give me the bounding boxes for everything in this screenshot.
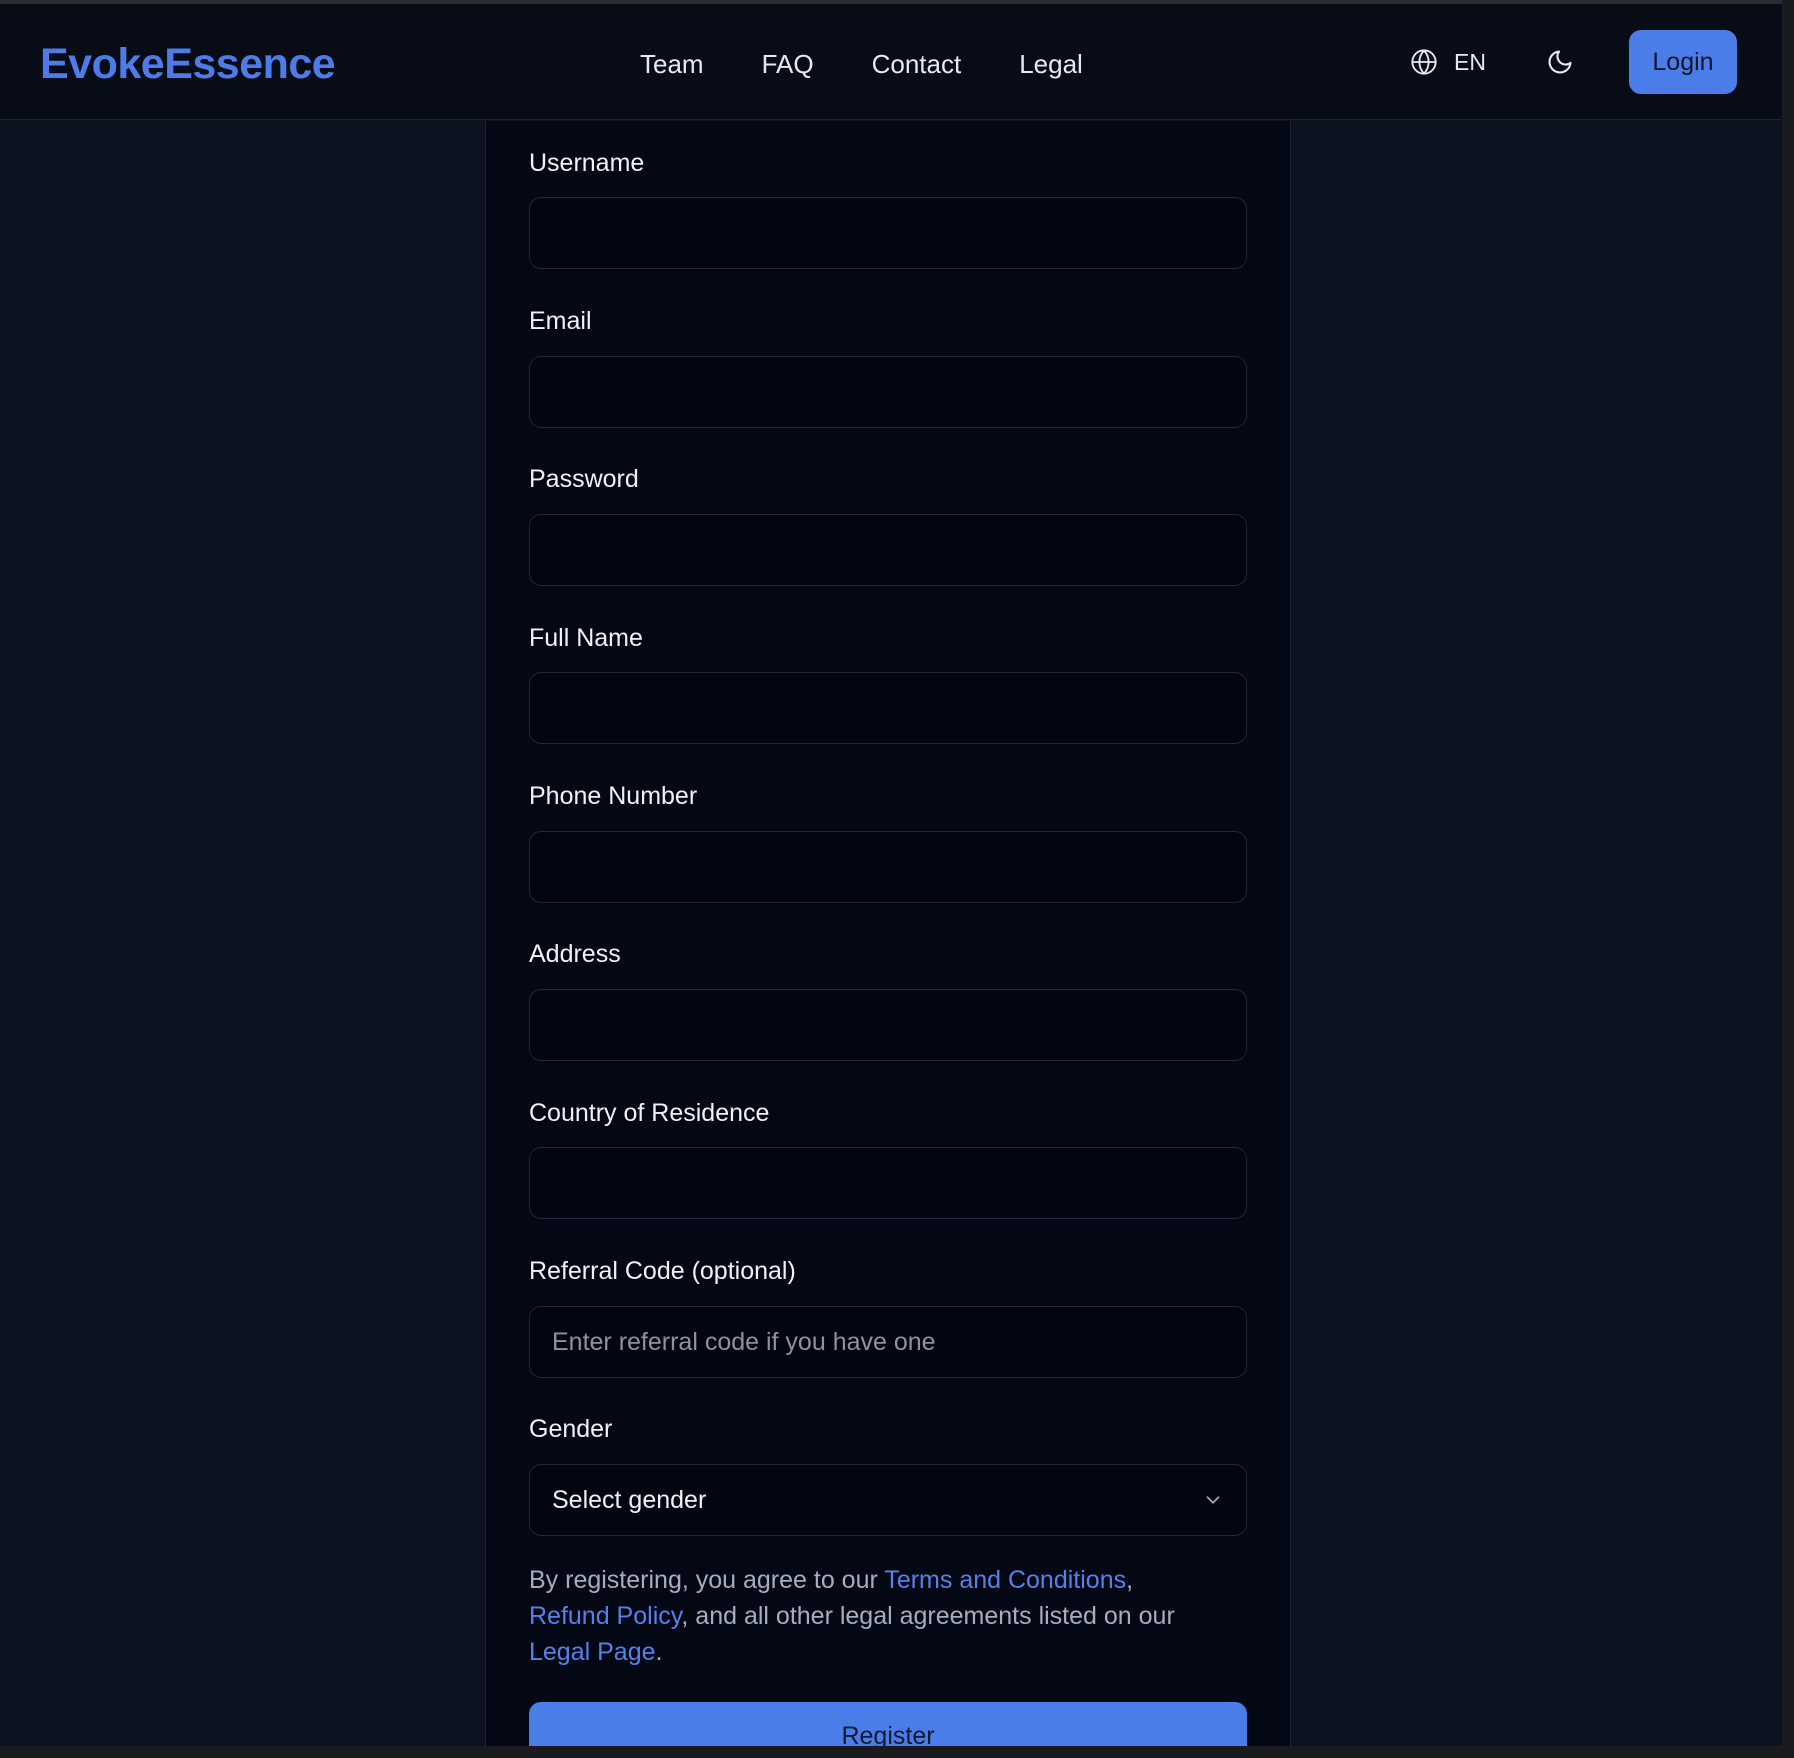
top-navbar: EvokeEssence Team FAQ Contact Legal EN L… <box>0 4 1782 120</box>
main-nav: Team FAQ Contact Legal <box>640 49 1083 80</box>
legal-agreement-text: By registering, you agree to our Terms a… <box>529 1566 1175 1666</box>
register-button[interactable]: Register <box>529 1702 1247 1746</box>
nav-link-legal[interactable]: Legal <box>1019 49 1083 80</box>
phone-input[interactable] <box>529 831 1247 903</box>
phone-label: Phone Number <box>529 782 698 810</box>
gender-select-value: Select gender <box>552 1485 707 1514</box>
email-label: Email <box>529 307 592 335</box>
password-label: Password <box>529 465 639 493</box>
referral-label: Referral Code (optional) <box>529 1257 796 1285</box>
terms-link[interactable]: Terms and Conditions <box>884 1566 1126 1594</box>
full-name-label: Full Name <box>529 624 643 652</box>
theme-toggle[interactable] <box>1546 48 1574 81</box>
address-label: Address <box>529 940 621 968</box>
nav-link-team[interactable]: Team <box>640 49 704 80</box>
chevron-down-icon <box>1206 1496 1220 1504</box>
country-input[interactable] <box>529 1147 1247 1219</box>
country-label: Country of Residence <box>529 1099 770 1127</box>
gender-select[interactable]: Select gender <box>529 1464 1247 1536</box>
gender-label: Gender <box>529 1415 613 1443</box>
referral-input[interactable] <box>529 1306 1247 1378</box>
full-name-input[interactable] <box>529 672 1247 744</box>
login-button[interactable]: Login <box>1629 30 1737 94</box>
address-input[interactable] <box>529 989 1247 1061</box>
language-selector[interactable]: EN <box>1410 48 1486 76</box>
username-input[interactable] <box>529 197 1247 269</box>
brand-logo[interactable]: EvokeEssence <box>40 40 336 89</box>
language-code: EN <box>1454 48 1486 75</box>
nav-link-faq[interactable]: FAQ <box>762 49 814 80</box>
email-input[interactable] <box>529 356 1247 428</box>
legal-page-link[interactable]: Legal Page <box>529 1638 656 1666</box>
globe-icon <box>1411 49 1437 75</box>
password-input[interactable] <box>529 514 1247 586</box>
moon-icon <box>1548 50 1572 74</box>
refund-policy-link[interactable]: Refund Policy <box>529 1602 681 1630</box>
registration-form: Username Email Password Full Name Phone … <box>485 121 1291 1746</box>
nav-link-contact[interactable]: Contact <box>872 49 962 80</box>
username-label: Username <box>529 149 645 177</box>
browser-viewport: EvokeEssence Team FAQ Contact Legal EN L… <box>0 0 1782 1746</box>
